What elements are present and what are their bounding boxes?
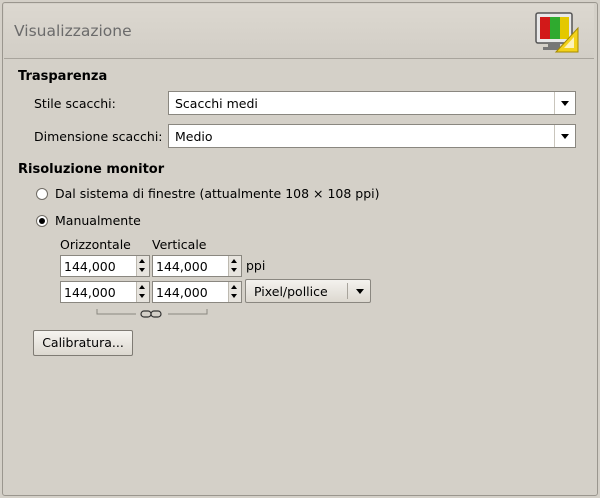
chevron-down-icon[interactable] [554,92,575,114]
check-size-value: Medio [175,129,213,144]
spin-buttons[interactable] [136,256,149,276]
check-size-combo[interactable]: Medio [168,124,576,148]
from-system-radio[interactable] [36,188,48,200]
check-size-label-text: Dimensione scacchi: [34,129,163,144]
spin-up-icon[interactable] [231,259,237,263]
display-settings-icon [535,12,579,53]
spin-down-icon[interactable] [231,268,237,272]
chain-link-icon[interactable] [96,308,208,320]
unit-select[interactable]: Pixel/pollice [245,279,371,303]
radio-selected-dot [39,218,45,224]
spin-buttons[interactable] [228,256,241,276]
row2-horizontal-value: 144,000 [64,285,116,300]
calibrate-button[interactable]: Calibratura... [33,330,133,356]
spin-buttons[interactable] [228,282,241,302]
row2-vertical-spin[interactable]: 144,000 [152,281,242,303]
check-size-label: Dimensione scacchi: [34,129,163,144]
spin-buttons[interactable] [136,282,149,302]
row1-vertical-spin[interactable]: 144,000 [152,255,242,277]
check-style-label-text: Stile scacchi: [34,96,116,111]
row2-vertical-value: 144,000 [156,285,208,300]
spin-down-icon[interactable] [231,294,237,298]
horizontal-header: Orizzontale [60,237,131,252]
page-title: Visualizzazione [14,22,132,40]
spin-up-icon[interactable] [139,259,145,263]
dialog-header: Visualizzazione [4,4,594,59]
row1-horizontal-spin[interactable]: 144,000 [60,255,150,277]
manual-radio[interactable] [36,215,48,227]
check-style-label: Stile scacchi: [34,96,116,111]
spin-up-icon[interactable] [231,285,237,289]
row1-horizontal-value: 144,000 [64,259,116,274]
resolution-section-title: Risoluzione monitor [18,162,165,177]
manual-label[interactable]: Manualmente [55,213,141,228]
unit-select-value: Pixel/pollice [254,284,328,299]
chevron-down-icon[interactable] [356,289,364,294]
row2-horizontal-spin[interactable]: 144,000 [60,281,150,303]
vertical-header: Verticale [152,237,207,252]
chevron-down-icon[interactable] [554,125,575,147]
spin-up-icon[interactable] [139,285,145,289]
spin-down-icon[interactable] [139,294,145,298]
row1-vertical-value: 144,000 [156,259,208,274]
check-style-combo[interactable]: Scacchi medi [168,91,576,115]
ppi-label: ppi [246,258,266,273]
spin-down-icon[interactable] [139,268,145,272]
unit-select-divider [347,283,348,299]
check-style-value: Scacchi medi [175,96,258,111]
transparency-section-title: Trasparenza [18,69,108,84]
from-system-label[interactable]: Dal sistema di finestre (attualmente 108… [55,186,380,201]
